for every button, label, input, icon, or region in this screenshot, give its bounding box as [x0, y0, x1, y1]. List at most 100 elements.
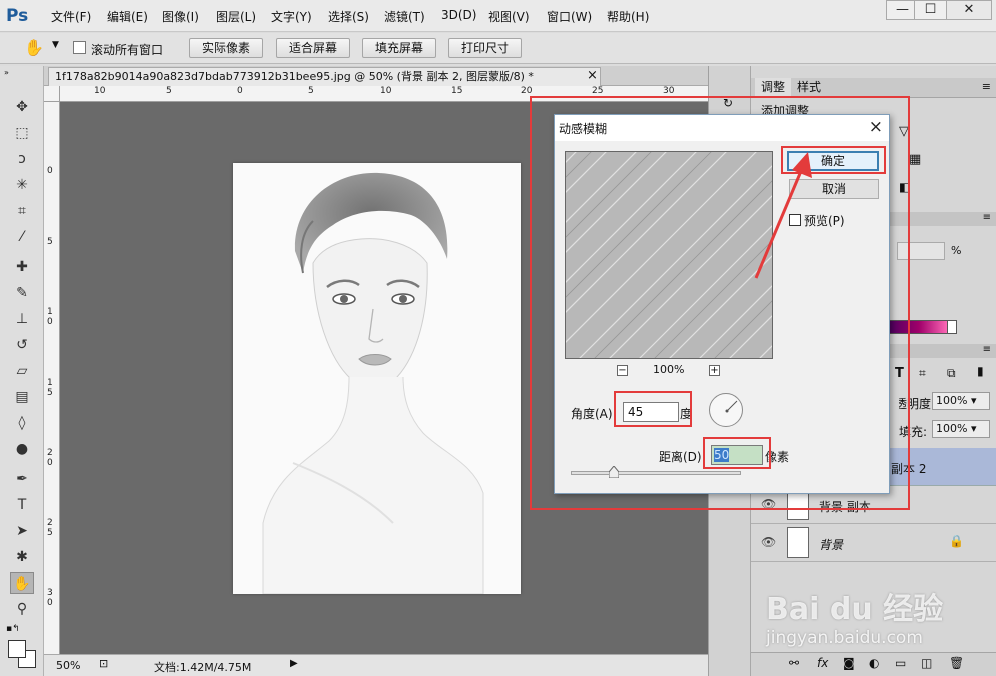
- ruler-tick: 5: [308, 86, 314, 96]
- ruler-tick: 10: [94, 86, 106, 96]
- status-info-icon[interactable]: ⊡: [99, 657, 108, 670]
- visibility-eye-icon[interactable]: 👁: [761, 535, 776, 549]
- marquee-tool-icon[interactable]: ⬚: [10, 122, 34, 144]
- blur-tool-icon[interactable]: ◊: [10, 412, 34, 434]
- ruler-tick: 2 5: [47, 518, 53, 538]
- tab-styles[interactable]: 样式: [791, 78, 827, 96]
- menu-select[interactable]: 选择(S): [328, 8, 369, 25]
- ruler-tick: 20: [521, 86, 533, 96]
- collapse-arrows-icon[interactable]: »: [4, 68, 9, 77]
- layer-thumbnail: [787, 527, 809, 558]
- menu-file[interactable]: 文件(F): [51, 8, 91, 25]
- fill-screen-button[interactable]: 填充屏幕: [362, 38, 436, 58]
- color-ramp-end: [947, 320, 957, 334]
- clone-stamp-icon[interactable]: ⊥: [10, 308, 34, 330]
- lasso-tool-icon[interactable]: ↄ: [10, 148, 34, 170]
- ruler-tick: 15: [451, 86, 463, 96]
- panel-menu-icon[interactable]: ≡: [983, 212, 991, 223]
- menu-bar: Ps 文件(F) 编辑(E) 图像(I) 图层(L) 文字(Y) 选择(S) 滤…: [0, 0, 996, 32]
- dodge-tool-icon[interactable]: ●: [10, 438, 34, 460]
- quick-select-icon[interactable]: ✳: [10, 174, 34, 196]
- layer-name: 背景: [819, 538, 844, 552]
- ruler-tick: 10: [380, 86, 392, 96]
- ruler-tick: 5: [166, 86, 172, 96]
- type-tool-icon[interactable]: T: [10, 494, 34, 516]
- actual-pixels-button[interactable]: 实际像素: [189, 38, 263, 58]
- eyedropper-icon[interactable]: ⁄: [10, 226, 34, 248]
- filter-shape-icon[interactable]: ⌗: [919, 366, 926, 381]
- ruler-tick: 0: [237, 86, 243, 96]
- menu-view[interactable]: 视图(V): [488, 8, 530, 25]
- opacity-field[interactable]: 100% ▾: [932, 392, 990, 410]
- pen-tool-icon[interactable]: ✒: [10, 468, 34, 490]
- ruler-tick: 0: [47, 166, 53, 176]
- menu-type[interactable]: 文字(Y): [271, 8, 312, 25]
- menu-filter[interactable]: 滤镜(T): [384, 8, 425, 25]
- print-size-button[interactable]: 打印尺寸: [448, 38, 522, 58]
- path-select-icon[interactable]: ➤: [10, 520, 34, 542]
- filter-toggle-icon[interactable]: ▮: [977, 364, 984, 378]
- maximize-button[interactable]: ☐: [914, 0, 947, 20]
- vertical-ruler[interactable]: 0 5 1 0 1 5 2 0 2 5 3 0: [44, 102, 60, 654]
- move-tool-icon[interactable]: ✥: [10, 96, 34, 118]
- ruler-tick: 30: [663, 86, 675, 96]
- crop-tool-icon[interactable]: ⌗: [10, 200, 34, 222]
- adjustment-grid-icon[interactable]: ▦: [909, 152, 921, 167]
- zoom-level[interactable]: 50%: [56, 659, 80, 672]
- document-image[interactable]: [233, 163, 521, 594]
- ruler-tick: 5: [47, 237, 53, 247]
- close-tab-icon[interactable]: ×: [587, 68, 598, 83]
- fit-screen-button[interactable]: 适合屏幕: [276, 38, 350, 58]
- panel-menu-icon[interactable]: ≡: [983, 344, 991, 355]
- baidu-url: jingyan.baidu.com: [766, 628, 923, 648]
- ruler-origin[interactable]: [44, 86, 60, 102]
- ruler-tick: 1 0: [47, 307, 53, 327]
- document-tab-title: 1f178a82b9014a90a823d7bdab773912b31bee95…: [55, 70, 534, 83]
- menu-help[interactable]: 帮助(H): [607, 8, 649, 25]
- angle-highlight-box: [614, 391, 692, 427]
- options-bar: ✋ ▼ 滚动所有窗口 实际像素 适合屏幕 填充屏幕 打印尺寸: [0, 33, 996, 64]
- zoom-tool-icon[interactable]: ⚲: [10, 598, 34, 620]
- status-bar: 50% ⊡ 文档:1.42M/4.75M ▶: [44, 654, 708, 676]
- hand-tool-button-icon[interactable]: ✋: [10, 572, 34, 594]
- gradient-tool-icon[interactable]: ▤: [10, 386, 34, 408]
- ruler-tick: 2 0: [47, 448, 53, 468]
- brush-tool-icon[interactable]: ✎: [10, 282, 34, 304]
- tools-panel: » ✥ ⬚ ↄ ✳ ⌗ ⁄ ✚ ✎ ⊥ ↺ ▱ ▤ ◊ ● ✒ T ➤ ✱ ✋ …: [0, 66, 44, 676]
- opacity-value: 100%: [936, 394, 968, 407]
- foreground-color-swatch[interactable]: [8, 640, 26, 658]
- layer-row[interactable]: 👁 背景 🔒: [751, 524, 996, 562]
- panel-header-bar: 调整 样式 ≡: [751, 78, 996, 98]
- menu-edit[interactable]: 编辑(E): [107, 8, 148, 25]
- photoshop-logo: Ps: [6, 6, 29, 26]
- document-tab-strip: 1f178a82b9014a90a823d7bdab773912b31bee95…: [44, 66, 708, 86]
- close-window-button[interactable]: ✕: [946, 0, 992, 20]
- portrait-sketch-image: [233, 163, 521, 594]
- healing-brush-icon[interactable]: ✚: [10, 256, 34, 278]
- fill-value: 100%: [936, 422, 968, 435]
- history-brush-icon[interactable]: ↺: [10, 334, 34, 356]
- document-tab[interactable]: 1f178a82b9014a90a823d7bdab773912b31bee95…: [48, 67, 601, 86]
- eraser-tool-icon[interactable]: ▱: [10, 360, 34, 382]
- scroll-all-windows-label: 滚动所有窗口: [91, 43, 164, 57]
- default-colors-icon[interactable]: ▪↰: [6, 624, 20, 634]
- tab-adjustments[interactable]: 调整: [755, 78, 792, 96]
- baidu-logo: Bai du 经验: [766, 592, 944, 627]
- red-arrow-annotation: [754, 152, 812, 279]
- fill-field[interactable]: 100% ▾: [932, 420, 990, 438]
- custom-shape-icon[interactable]: ✱: [10, 546, 34, 568]
- menu-image[interactable]: 图像(I): [162, 8, 199, 25]
- baidu-watermark: Bai du 经验 jingyan.baidu.com: [760, 570, 990, 670]
- hand-tool-icon[interactable]: ✋: [24, 38, 44, 57]
- status-menu-arrow-icon[interactable]: ▶: [290, 658, 298, 669]
- scroll-all-windows-checkbox[interactable]: [73, 41, 86, 54]
- lock-icon: 🔒: [949, 534, 964, 548]
- menu-layer[interactable]: 图层(L): [216, 8, 256, 25]
- panel-menu-icon[interactable]: ≡: [982, 80, 991, 93]
- menu-window[interactable]: 窗口(W): [547, 8, 592, 25]
- filter-smart-icon[interactable]: ⧉: [947, 366, 956, 381]
- tool-preset-dropdown-icon[interactable]: ▼: [52, 40, 59, 50]
- menu-3d[interactable]: 3D(D): [441, 8, 476, 22]
- ruler-tick: 25: [592, 86, 604, 96]
- ruler-tick: 3 0: [47, 588, 53, 608]
